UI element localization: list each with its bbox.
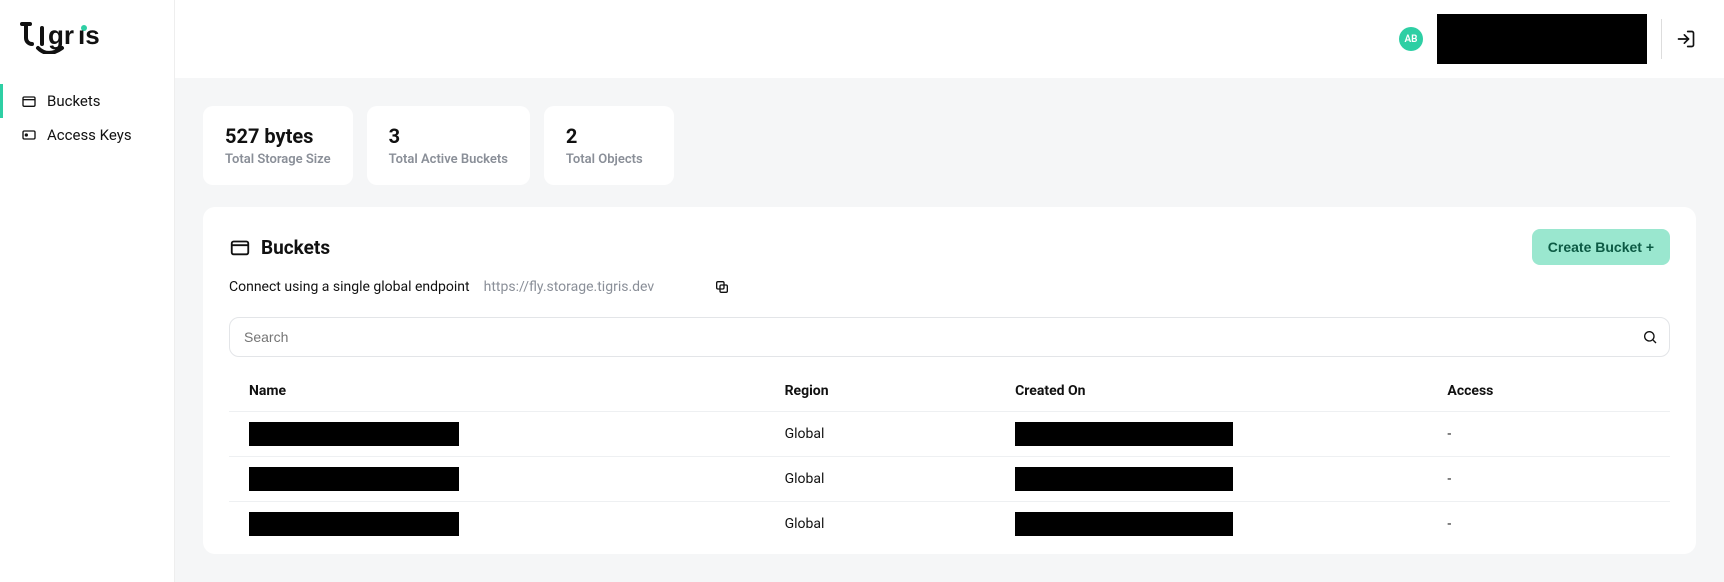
bucket-name-redacted — [249, 512, 459, 536]
panel-title: Buckets — [229, 236, 330, 259]
cell-access: - — [1439, 502, 1670, 547]
buckets-table: Name Region Created On Access Global - — [229, 371, 1670, 546]
sidebar-item-buckets[interactable]: Buckets — [0, 84, 174, 118]
table-row[interactable]: Global - — [229, 457, 1670, 502]
bucket-name-redacted — [249, 422, 459, 446]
sidebar: gr ıs Buckets Access Keys — [0, 0, 175, 582]
sidebar-item-access-keys[interactable]: Access Keys — [0, 118, 174, 152]
create-bucket-button[interactable]: Create Bucket + — [1532, 229, 1670, 265]
table-row[interactable]: Global - — [229, 412, 1670, 457]
cell-access: - — [1439, 457, 1670, 502]
col-header-name: Name — [229, 371, 777, 412]
col-header-access: Access — [1439, 371, 1670, 412]
stat-value: 2 — [566, 124, 652, 148]
stat-label: Total Objects — [566, 152, 652, 167]
search-input[interactable] — [229, 317, 1670, 357]
stat-value: 527 bytes — [225, 124, 331, 148]
col-header-created: Created On — [1007, 371, 1439, 412]
endpoint-label: Connect using a single global endpoint — [229, 279, 470, 295]
bucket-icon — [229, 236, 251, 258]
avatar-initials: AB — [1404, 34, 1417, 45]
bucket-icon — [21, 93, 37, 109]
bucket-created-redacted — [1015, 422, 1233, 446]
stat-label: Total Storage Size — [225, 152, 331, 167]
stat-value: 3 — [389, 124, 508, 148]
stats-row: 527 bytes Total Storage Size 3 Total Act… — [203, 106, 1696, 185]
stat-card-objects: 2 Total Objects — [544, 106, 674, 185]
cell-region: Global — [777, 502, 1008, 547]
separator — [1661, 19, 1662, 59]
stat-card-active-buckets: 3 Total Active Buckets — [367, 106, 530, 185]
stat-card-storage: 527 bytes Total Storage Size — [203, 106, 353, 185]
col-header-region: Region — [777, 371, 1008, 412]
sidebar-item-label: Access Keys — [47, 126, 132, 144]
table-row[interactable]: Global - — [229, 502, 1670, 547]
user-info-redacted[interactable] — [1437, 14, 1647, 64]
endpoint-url: https://fly.storage.tigris.dev — [484, 279, 655, 295]
bucket-created-redacted — [1015, 512, 1233, 536]
bucket-name-redacted — [249, 467, 459, 491]
bucket-created-redacted — [1015, 467, 1233, 491]
panel-title-text: Buckets — [261, 236, 330, 259]
brand-logo: gr ıs — [0, 18, 174, 84]
key-card-icon — [21, 127, 37, 143]
avatar[interactable]: AB — [1399, 27, 1423, 51]
cell-region: Global — [777, 412, 1008, 457]
sidebar-item-label: Buckets — [47, 92, 101, 110]
cell-access: - — [1439, 412, 1670, 457]
search-icon — [1642, 329, 1658, 345]
stat-label: Total Active Buckets — [389, 152, 508, 167]
svg-text:ıs: ıs — [78, 20, 100, 50]
logout-button[interactable] — [1676, 29, 1696, 49]
svg-text:gr: gr — [48, 20, 74, 50]
copy-endpoint-button[interactable] — [714, 279, 730, 295]
cell-region: Global — [777, 457, 1008, 502]
topbar: AB — [175, 0, 1724, 78]
buckets-panel: Buckets Create Bucket + Connect using a … — [203, 207, 1696, 554]
